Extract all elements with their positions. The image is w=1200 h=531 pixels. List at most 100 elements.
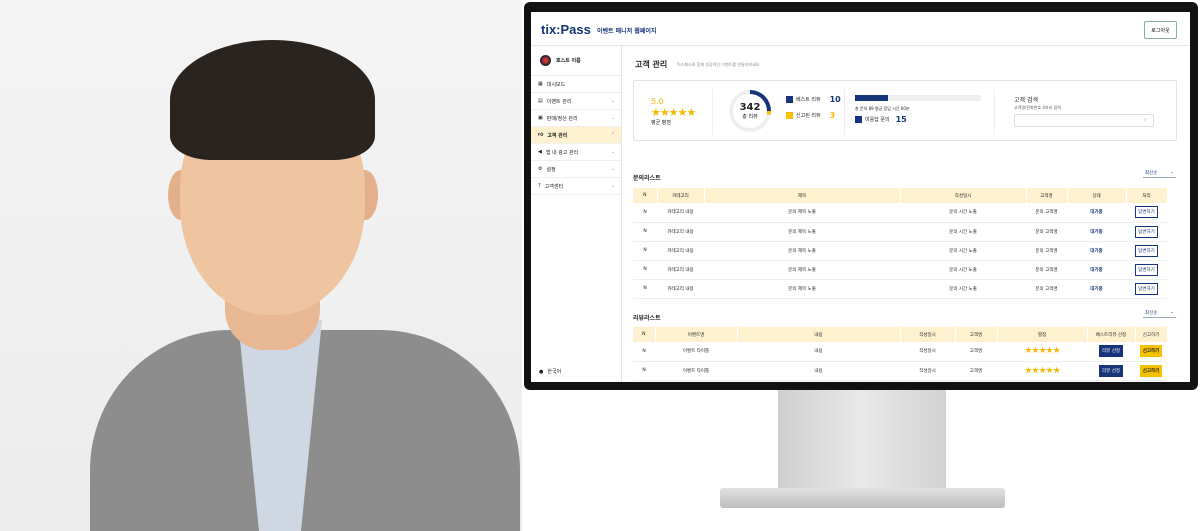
best-review-count: 10 <box>829 95 841 104</box>
column-header[interactable]: 작성일시 <box>900 327 956 342</box>
table-row: N이벤트 타이틀내용작성일시고객명★★★★★리뷰 선정신고하기 <box>633 361 1167 381</box>
table-cell: 고객명 <box>955 380 997 382</box>
logout-button[interactable]: 로그아웃 <box>1144 21 1177 39</box>
sidebar-item-label: 이벤트 관리 <box>546 98 572 105</box>
table-cell: 대기중 <box>1067 241 1126 261</box>
report-button[interactable]: 신고하기 <box>1139 364 1163 377</box>
hair <box>170 40 375 160</box>
table-cell: 카테고리 내용 <box>657 222 704 242</box>
review-sort-dropdown[interactable]: 최신순 ⌄ <box>1143 308 1176 318</box>
chevron-down-icon: ⌄ <box>610 115 615 121</box>
star-rating-icon: ★★★★★ <box>651 106 696 119</box>
customer-search-input[interactable] <box>1014 114 1154 127</box>
table-cell: N <box>633 222 657 242</box>
table-row: N 카테고리 내용 문의 제목 노출 문의 시간 노출 문의 고객명 대기중 답변하기 <box>633 260 1167 280</box>
column-header[interactable]: 별점 <box>997 327 1088 342</box>
sidebar-item-label: 고객 관리 <box>547 132 568 139</box>
star-rating-icon: ★★★★★ <box>1024 365 1060 376</box>
table-cell: N <box>633 203 657 223</box>
sidebar-item-ads[interactable]: ◀ 앱 내 광고 관리 ⌄ <box>531 144 621 161</box>
column-header[interactable]: 내용 <box>737 327 901 342</box>
unanswered-legend: 미응답 문의 15 <box>855 115 907 124</box>
column-header[interactable]: 제목 <box>704 188 901 203</box>
chevron-down-icon: ⌄ <box>610 149 615 155</box>
table-cell: 카테고리 내용 <box>657 241 704 261</box>
status-badge: 대기중 <box>1090 229 1103 235</box>
page-subtitle: 틱스패스와 함께 성공적인 이벤트를 만들어보세요 <box>677 62 760 67</box>
column-header[interactable]: 베스트리뷰 선정 <box>1087 327 1136 342</box>
gear-icon: ⚙ <box>538 166 543 172</box>
answer-button[interactable]: 답변하기 <box>1135 263 1158 276</box>
best-review-legend: 베스트 리뷰 10 <box>786 95 841 104</box>
table-row: N이벤트 타이틀내용작성일시고객명★★★★★리뷰 선정신고하기 <box>633 342 1167 362</box>
sidebar-item-sales[interactable]: ▣ 판매/정산 관리 ⌄ <box>531 110 621 127</box>
report-button[interactable]: 신고하기 <box>1139 345 1163 358</box>
table-cell: N <box>633 279 657 299</box>
table-cell: 카테고리 내용 <box>657 203 704 223</box>
main-content: 고객 관리 틱스패스와 함께 성공적인 이벤트를 만들어보세요 5.0 ★★★★… <box>622 46 1190 382</box>
chevron-down-icon: ⌄ <box>1170 170 1174 175</box>
table-cell: 리뷰 선정 <box>1087 361 1135 381</box>
answer-button[interactable]: 답변하기 <box>1135 225 1158 238</box>
review-donut-chart: 342 총 리뷰 <box>729 90 771 132</box>
table-cell: 문의 고객명 <box>1026 279 1067 299</box>
table-row: N이벤트 타이틀내용작성일시고객명★★★★★리뷰 선정신고하기 <box>633 380 1167 382</box>
sidebar-item-events[interactable]: ▤ 이벤트 관리 ⌄ <box>531 93 621 110</box>
table-cell: 리뷰 선정 <box>1087 380 1135 382</box>
column-header[interactable]: 처리 <box>1126 188 1168 203</box>
column-header[interactable]: 고객명 <box>955 327 998 342</box>
answer-button[interactable]: 답변하기 <box>1135 206 1158 219</box>
table-cell: 리뷰 선정 <box>1087 342 1135 362</box>
table-cell: 대기중 <box>1067 222 1126 242</box>
answer-button[interactable]: 답변하기 <box>1135 282 1158 295</box>
table-cell: 답변하기 <box>1126 241 1167 261</box>
sidebar-item-dashboard[interactable]: ▦ 대시보드 <box>531 76 621 93</box>
rating-label: 평균 평점 <box>651 120 671 126</box>
table-cell: 문의 제목 노출 <box>704 279 900 299</box>
divider <box>712 89 713 135</box>
table-cell: 문의 제목 노출 <box>704 260 900 280</box>
inquiry-sort-dropdown[interactable]: 최신순 ⌄ <box>1143 168 1176 178</box>
table-cell: N <box>633 241 657 261</box>
language-selector[interactable]: ● 한국어 <box>539 368 561 376</box>
table-row: N 카테고리 내용 문의 제목 노출 문의 시간 노출 문의 고객명 대기중 답변하기 <box>633 279 1167 299</box>
search-hint: 고객명/전화번호 4자리 입력 <box>1014 105 1061 110</box>
search-icon[interactable]: ⌕ <box>1144 117 1147 123</box>
column-header[interactable]: 상태 <box>1067 188 1127 203</box>
logo-subtitle: 이벤트 매니저 웹페이지 <box>597 28 657 35</box>
column-header[interactable]: N <box>633 188 658 203</box>
select-best-review-button[interactable]: 리뷰 선정 <box>1099 345 1123 358</box>
reported-review-legend: 신고된 리뷰 3 <box>786 111 835 120</box>
review-list-title: 리뷰리스트 <box>633 315 661 322</box>
sort-label: 최신순 <box>1145 310 1158 316</box>
app-screen: tix:Pass 이벤트 매니저 웹페이지 로그아웃 호스트 이름 ▦ 대시보드 … <box>531 12 1190 382</box>
chevron-down-icon: ⌄ <box>1170 310 1174 315</box>
column-header[interactable]: 작성일시 <box>900 188 1027 203</box>
megaphone-icon: ◀ <box>538 149 542 155</box>
table-cell: 문의 고객명 <box>1026 203 1067 223</box>
app-header: tix:Pass 이벤트 매니저 웹페이지 로그아웃 <box>531 12 1190 46</box>
column-header[interactable]: N <box>633 327 656 342</box>
sidebar-item-customers[interactable]: 👍︎ 고객 관리 ⌃ <box>531 127 621 144</box>
sidebar-item-settings[interactable]: ⚙ 설정 ⌄ <box>531 161 621 178</box>
select-best-review-button[interactable]: 리뷰 선정 <box>1099 364 1123 377</box>
table-cell: N <box>633 361 655 381</box>
thumbs-up-icon: 👍︎ <box>538 132 544 138</box>
chevron-down-icon: ⌄ <box>610 166 615 172</box>
table-cell: ★★★★★ <box>997 361 1087 381</box>
table-cell: 작성일시 <box>900 342 955 362</box>
inquiry-summary: 총 문의 89 평균 응답 시간 60분 <box>855 106 910 111</box>
help-icon: ? <box>538 183 541 189</box>
receipt-icon: ▣ <box>538 115 543 121</box>
logo[interactable]: tix:Pass <box>541 22 591 37</box>
column-header[interactable]: 이벤트명 <box>655 327 738 342</box>
sidebar-item-support[interactable]: ? 고객센터 ⌄ <box>531 178 621 195</box>
table-cell: 문의 시간 노출 <box>900 241 1026 261</box>
answer-button[interactable]: 답변하기 <box>1135 244 1158 257</box>
column-header[interactable]: 고객명 <box>1026 188 1068 203</box>
table-cell: 고객명 <box>955 361 997 381</box>
table-cell: 답변하기 <box>1126 260 1167 280</box>
column-header[interactable]: 신고하기 <box>1135 327 1168 342</box>
host-profile[interactable]: 호스트 이름 <box>531 46 621 76</box>
column-header[interactable]: 카테고리 <box>657 188 705 203</box>
